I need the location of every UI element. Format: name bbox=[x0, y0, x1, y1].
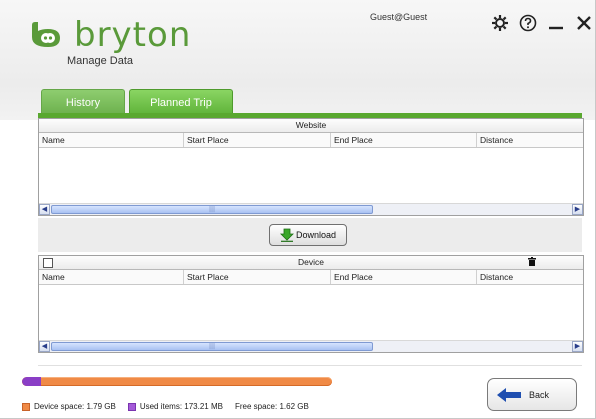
download-button[interactable]: Download bbox=[269, 224, 347, 246]
brand-name: bryton bbox=[74, 15, 192, 55]
device-section-header: Device bbox=[39, 256, 583, 270]
device-panel: Device Name Start Place End Place Distan… bbox=[38, 255, 584, 353]
column-header-name[interactable]: Name bbox=[39, 133, 184, 147]
tab-planned-trip[interactable]: Planned Trip bbox=[129, 89, 233, 115]
help-icon[interactable] bbox=[518, 14, 538, 34]
legend-device-space: Device space: 1.79 GB bbox=[22, 402, 116, 411]
bryton-logo-mark-icon bbox=[32, 22, 60, 47]
device-space-text: Device space: 1.79 GB bbox=[34, 402, 116, 411]
column-header-distance[interactable]: Distance bbox=[477, 133, 583, 147]
back-label: Back bbox=[529, 389, 550, 400]
legend-free-space: Free space: 1.62 GB bbox=[235, 402, 309, 411]
storage-usage-bar bbox=[22, 377, 332, 386]
website-panel: Website Name Start Place End Place Dista… bbox=[38, 118, 584, 216]
website-list[interactable] bbox=[39, 148, 583, 203]
scroll-left-arrow-icon[interactable]: ◀ bbox=[39, 204, 50, 215]
column-header-start-place[interactable]: Start Place bbox=[184, 270, 331, 284]
column-header-end-place[interactable]: End Place bbox=[331, 133, 477, 147]
tab-bar: History Planned Trip bbox=[41, 89, 233, 115]
settings-icon[interactable] bbox=[490, 14, 510, 34]
column-header-distance[interactable]: Distance bbox=[477, 270, 583, 284]
scroll-right-arrow-icon[interactable]: ▶ bbox=[572, 204, 583, 215]
tab-history[interactable]: History bbox=[41, 89, 125, 115]
legend-used-items: Used items: 173.21 MB bbox=[127, 402, 223, 411]
minimize-icon[interactable] bbox=[546, 14, 566, 34]
scrollbar-thumb[interactable]: ||| bbox=[51, 342, 373, 351]
select-all-checkbox[interactable] bbox=[43, 258, 53, 268]
website-column-headers: Name Start Place End Place Distance bbox=[39, 133, 583, 148]
device-column-headers: Name Start Place End Place Distance bbox=[39, 270, 583, 285]
close-icon[interactable] bbox=[574, 14, 594, 34]
user-account[interactable]: Guest@Guest bbox=[370, 12, 427, 22]
used-items-swatch bbox=[127, 402, 136, 411]
storage-legend: Device space: 1.79 GB Used items: 173.21… bbox=[22, 402, 321, 411]
divider bbox=[38, 365, 582, 366]
device-space-swatch bbox=[22, 402, 30, 411]
used-items-text: Used items: 173.21 MB bbox=[139, 402, 223, 411]
app-window: bryton Manage Data Guest@Guest History P… bbox=[0, 0, 596, 419]
column-header-start-place[interactable]: Start Place bbox=[184, 133, 331, 147]
column-header-name[interactable]: Name bbox=[39, 270, 184, 284]
scroll-right-arrow-icon[interactable]: ▶ bbox=[572, 341, 583, 352]
scrollbar-thumb[interactable]: ||| bbox=[51, 205, 373, 214]
device-list[interactable] bbox=[39, 285, 583, 340]
scroll-left-arrow-icon[interactable]: ◀ bbox=[39, 341, 50, 352]
storage-used-fill bbox=[22, 377, 41, 386]
back-button[interactable]: Back bbox=[487, 378, 577, 411]
website-section-header: Website bbox=[39, 119, 583, 133]
back-arrow-icon bbox=[497, 387, 521, 402]
window-controls bbox=[490, 14, 594, 34]
device-horizontal-scrollbar[interactable]: ◀ ||| ▶ bbox=[39, 340, 583, 352]
column-header-end-place[interactable]: End Place bbox=[331, 270, 477, 284]
website-horizontal-scrollbar[interactable]: ◀ ||| ▶ bbox=[39, 203, 583, 215]
device-section-label: Device bbox=[298, 257, 324, 267]
trash-icon[interactable] bbox=[528, 256, 536, 269]
download-label: Download bbox=[295, 230, 337, 240]
free-space-text: Free space: 1.62 GB bbox=[234, 402, 309, 411]
page-title: Manage Data bbox=[67, 55, 134, 67]
download-arrow-icon bbox=[280, 228, 294, 242]
bryton-logo: bryton bbox=[30, 15, 191, 55]
